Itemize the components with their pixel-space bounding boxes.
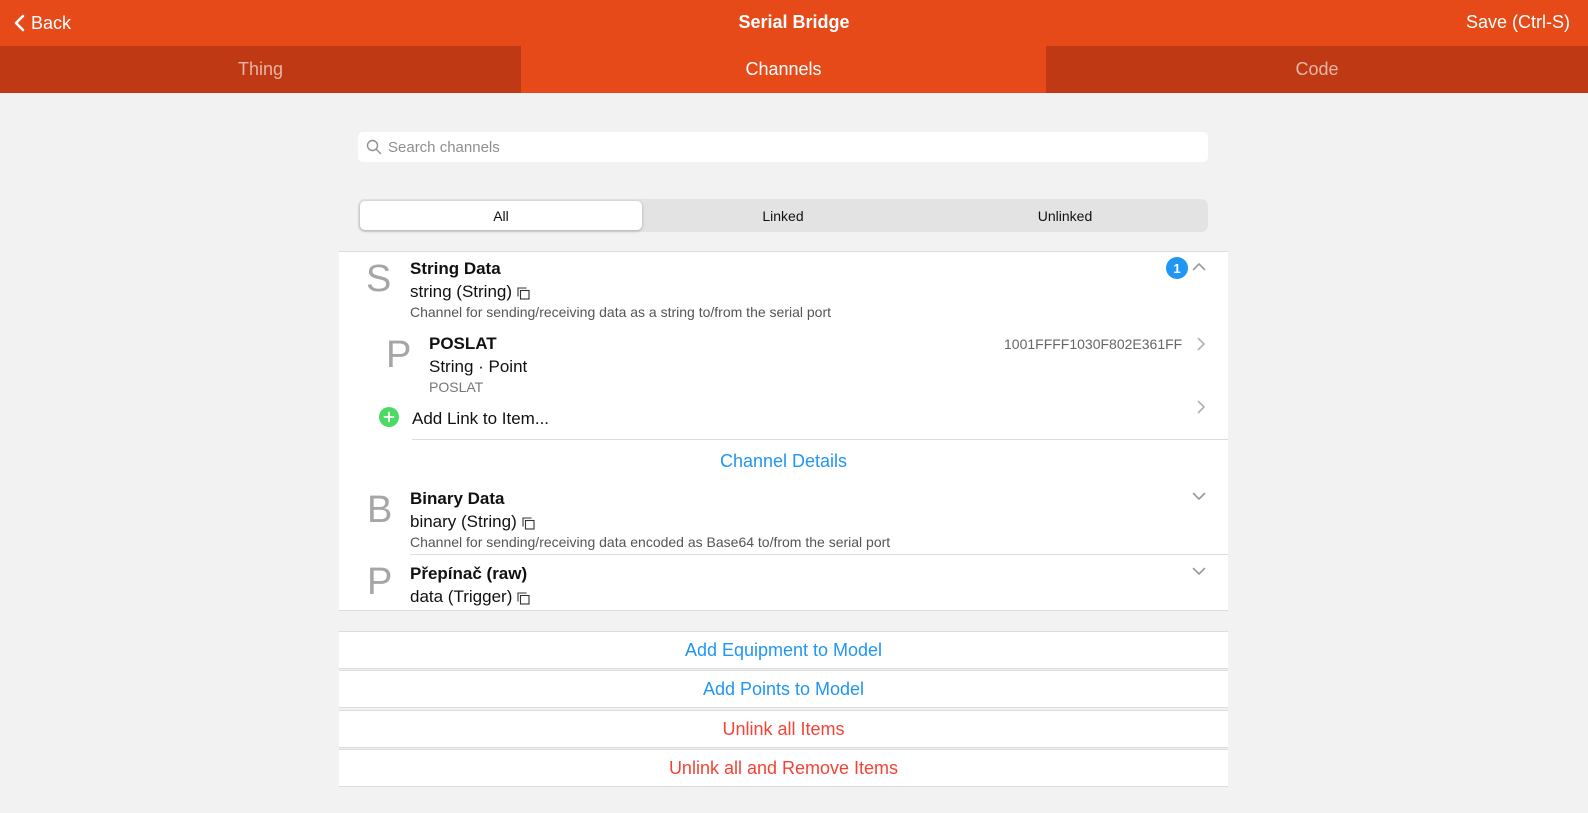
chevron-down-icon[interactable]	[1192, 567, 1206, 576]
search-input[interactable]	[388, 138, 1188, 156]
item-subtitle: String · Point	[429, 357, 528, 376]
add-link-label: Add Link to Item...	[412, 409, 550, 428]
item-state-value: 1001FFFF1030F802E361FF	[1004, 336, 1183, 352]
unlink-all-button[interactable]: Unlink all Items	[339, 710, 1228, 748]
channel-item-string-data[interactable]: S String Data string (String) Channel fo…	[339, 252, 1228, 322]
copy-icon[interactable]	[517, 592, 530, 605]
channel-type: data (Trigger)	[410, 587, 513, 606]
add-equipment-button[interactable]: Add Equipment to Model	[339, 631, 1228, 669]
chevron-right-icon	[1197, 400, 1205, 414]
channel-letter: P	[367, 561, 393, 603]
copy-icon[interactable]	[522, 517, 535, 530]
channel-details-link[interactable]: Channel Details	[339, 451, 1228, 472]
filter-all[interactable]: All	[360, 201, 642, 230]
filter-unlinked[interactable]: Unlinked	[924, 201, 1206, 230]
chevron-left-icon	[14, 14, 25, 32]
tab-code[interactable]: Code	[1046, 46, 1588, 93]
channel-subtitle: string (String)	[410, 282, 530, 302]
link-count-badge: 1	[1166, 257, 1188, 279]
channel-title: Přepínač (raw)	[410, 564, 528, 583]
linked-item-poslat[interactable]: P POSLAT String · Point POSLAT 1001FFFF1…	[379, 328, 1228, 395]
channel-description: Channel for sending/receiving data encod…	[410, 534, 891, 550]
channel-list: S String Data string (String) Channel fo…	[339, 251, 1228, 611]
channel-letter: B	[367, 489, 393, 531]
copy-icon[interactable]	[517, 287, 530, 300]
plus-icon	[379, 407, 399, 427]
channel-type: binary (String)	[410, 512, 517, 531]
channel-title: Binary Data	[410, 489, 505, 508]
item-footer: POSLAT	[429, 379, 484, 395]
chevron-right-icon	[1197, 337, 1205, 351]
add-link-to-item[interactable]: Add Link to Item...	[379, 398, 1228, 438]
back-label: Back	[31, 12, 72, 33]
channel-item-binary-data[interactable]: B Binary Data binary (String) Channel fo…	[339, 483, 1228, 553]
channel-letter: S	[366, 258, 392, 300]
back-button[interactable]: Back	[14, 11, 71, 35]
item-title: POSLAT	[429, 334, 497, 353]
unlink-remove-button[interactable]: Unlink all and Remove Items	[339, 749, 1228, 787]
channel-subtitle: data (Trigger)	[410, 587, 530, 607]
tab-channels[interactable]: Channels	[521, 46, 1046, 93]
chevron-up-icon[interactable]	[1192, 262, 1206, 271]
channel-subtitle: binary (String)	[410, 512, 535, 532]
item-letter: P	[386, 334, 412, 376]
channel-description: Channel for sending/receiving data as a …	[410, 304, 832, 320]
channel-type: string (String)	[410, 282, 513, 301]
chevron-down-icon[interactable]	[1192, 492, 1206, 501]
save-button[interactable]: Save (Ctrl-S)	[1466, 12, 1570, 33]
tab-bar: Thing Channels Code	[0, 46, 1588, 93]
navbar: Back Serial Bridge Save (Ctrl-S)	[0, 0, 1588, 46]
tab-thing[interactable]: Thing	[0, 46, 521, 93]
add-points-button[interactable]: Add Points to Model	[339, 670, 1228, 708]
channel-title: String Data	[410, 259, 501, 278]
page-title: Serial Bridge	[738, 12, 850, 32]
channel-item-prepinac[interactable]: P Přepínač (raw) data (Trigger)	[339, 555, 1228, 611]
search-icon	[366, 139, 382, 155]
search-bar	[358, 132, 1208, 162]
channel-filter: All Linked Unlinked	[358, 199, 1208, 232]
filter-linked[interactable]: Linked	[642, 201, 924, 230]
divider	[412, 439, 1228, 440]
